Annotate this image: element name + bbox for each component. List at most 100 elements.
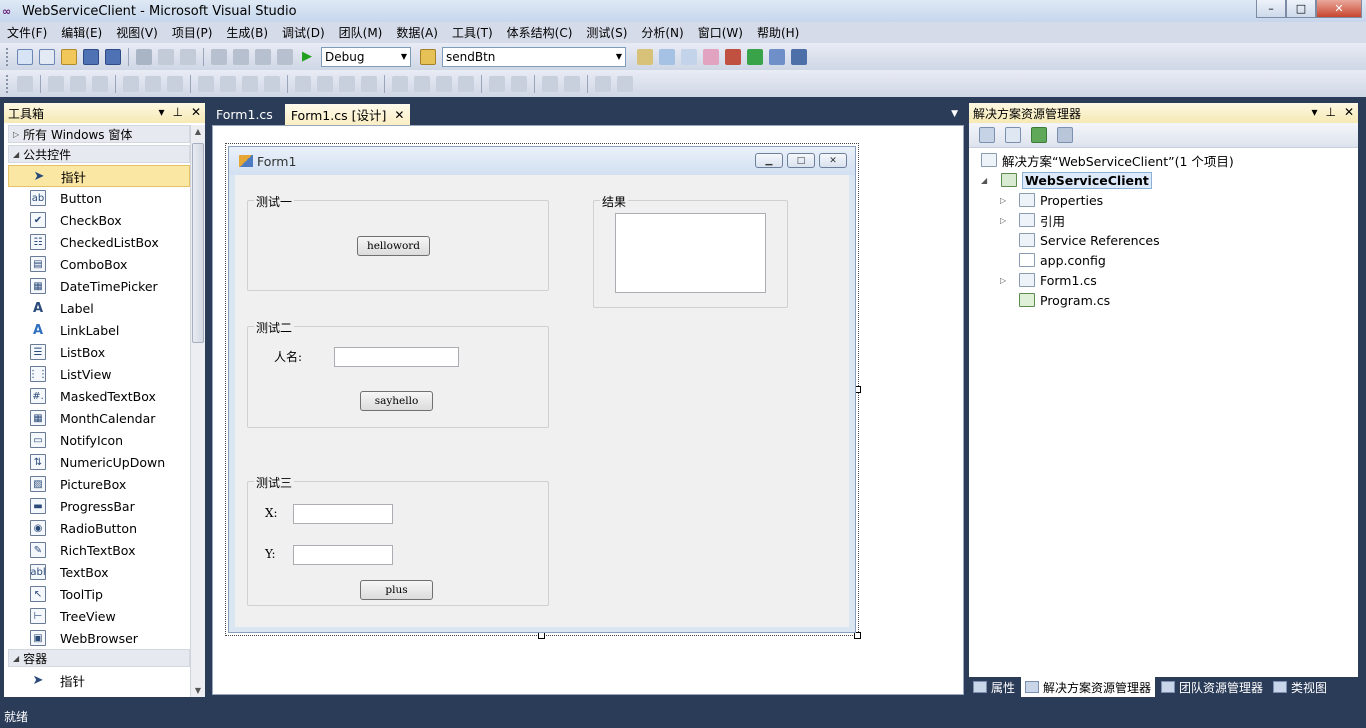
size-to-grid-icon[interactable]: [220, 75, 236, 92]
chevron-down-icon[interactable]: ▾: [158, 105, 164, 119]
toolbar-grip[interactable]: [6, 74, 10, 93]
align-centers-icon[interactable]: [70, 75, 86, 92]
align-rights-icon[interactable]: [92, 75, 108, 92]
horizontal-spacing-equal-icon[interactable]: [295, 75, 311, 92]
sayhello-button[interactable]: sayhello: [360, 391, 433, 411]
menu-debug[interactable]: 调试(D): [275, 24, 332, 41]
send-to-back-icon[interactable]: [564, 75, 580, 92]
toolbox-item[interactable]: ☰ ListBox: [8, 341, 190, 363]
tree-node-service-references[interactable]: Service References: [969, 230, 1358, 250]
scroll-up-icon[interactable]: ▲: [191, 127, 205, 136]
toolbox-item[interactable]: ▬ ProgressBar: [8, 495, 190, 517]
name-input[interactable]: [334, 347, 459, 367]
minimize-button[interactable]: –: [1256, 0, 1286, 18]
save-icon[interactable]: [83, 48, 99, 65]
toolbar-grip[interactable]: [6, 47, 10, 66]
decrease-vertical-spacing-icon[interactable]: [436, 75, 452, 92]
tree-node-properties[interactable]: ▷ Properties: [969, 190, 1358, 210]
result-textbox[interactable]: [615, 213, 766, 293]
groupbox-test2[interactable]: 测试二 人名: sayhello: [247, 319, 549, 428]
toolbox-item[interactable]: #. MaskedTextBox: [8, 385, 190, 407]
menu-edit[interactable]: 编辑(E): [54, 24, 109, 41]
new-project-icon[interactable]: [17, 48, 33, 65]
find-in-files-icon[interactable]: [420, 48, 436, 65]
open-file-icon[interactable]: [61, 48, 77, 65]
save-all-icon[interactable]: [105, 48, 121, 65]
chevron-down-icon[interactable]: ▾: [1311, 105, 1317, 119]
remove-horizontal-spacing-icon[interactable]: [361, 75, 377, 92]
x-input[interactable]: [293, 504, 393, 524]
toolbox-item[interactable]: ▦ MonthCalendar: [8, 407, 190, 429]
bring-to-front-icon[interactable]: [542, 75, 558, 92]
add-item-icon[interactable]: [39, 48, 55, 65]
tree-node-project[interactable]: ◢ WebServiceClient: [969, 170, 1358, 190]
toolbox-item[interactable]: abl TextBox: [8, 561, 190, 583]
server-explorer-icon[interactable]: [769, 48, 785, 65]
toolbox-item[interactable]: ▨ PictureBox: [8, 473, 190, 495]
properties-window-icon[interactable]: [659, 48, 675, 65]
toolbox-item[interactable]: ☷ CheckedListBox: [8, 231, 190, 253]
toolbox-item[interactable]: ▦ DateTimePicker: [8, 275, 190, 297]
groupbox-test3[interactable]: 测试三 X: Y: plus: [247, 474, 549, 606]
expand-arrow-icon[interactable]: ▷: [1000, 216, 1006, 225]
plus-button[interactable]: plus: [360, 580, 433, 600]
expand-arrow-icon[interactable]: ▷: [1000, 276, 1006, 285]
menu-test[interactable]: 测试(S): [579, 24, 634, 41]
properties-icon[interactable]: [979, 127, 995, 143]
resize-handle[interactable]: [538, 632, 545, 639]
maximize-button[interactable]: □: [1286, 0, 1316, 18]
start-page-icon[interactable]: [747, 48, 763, 65]
tab-order-icon[interactable]: [595, 75, 611, 92]
refresh-icon[interactable]: [1031, 127, 1047, 143]
tab-team-explorer[interactable]: 团队资源管理器: [1157, 677, 1267, 697]
toolbox-item[interactable]: ✎ RichTextBox: [8, 539, 190, 561]
y-input[interactable]: [293, 545, 393, 565]
copy-icon[interactable]: [158, 48, 174, 65]
toolbox-item[interactable]: ↖ ToolTip: [8, 583, 190, 605]
decrease-horizontal-spacing-icon[interactable]: [339, 75, 355, 92]
tree-node-app-config[interactable]: app.config: [969, 250, 1358, 270]
tab-form1-designer[interactable]: Form1.cs [设计] ✕: [284, 104, 411, 125]
close-icon[interactable]: ✕: [394, 108, 404, 122]
chevron-down-icon[interactable]: ▼: [951, 109, 958, 119]
menu-view[interactable]: 视图(V): [109, 24, 165, 41]
toolbox-item[interactable]: ➤ 指针: [8, 165, 190, 187]
resize-handle[interactable]: [854, 632, 861, 639]
toolbox-item[interactable]: A LinkLabel: [8, 319, 190, 341]
close-icon[interactable]: ✕: [191, 105, 201, 119]
start-debugging-icon[interactable]: ▶: [302, 49, 312, 64]
find-combo[interactable]: sendBtn ▼: [442, 46, 626, 67]
tree-node-form1-cs[interactable]: ▷ Form1.cs: [969, 270, 1358, 290]
scrollbar-thumb[interactable]: [192, 143, 204, 343]
command-window-icon[interactable]: [791, 48, 807, 65]
groupbox-test1[interactable]: 测试一 helloword: [247, 193, 549, 291]
align-middles-icon[interactable]: [145, 75, 161, 92]
pin-icon[interactable]: ⊥: [1325, 105, 1335, 119]
menu-project[interactable]: 项目(P): [165, 24, 220, 41]
toolbox-item[interactable]: A Label: [8, 297, 190, 319]
tree-node-program-cs[interactable]: Program.cs: [969, 290, 1358, 310]
toolbox-window-icon[interactable]: [703, 48, 719, 65]
menu-team[interactable]: 团队(M): [332, 24, 390, 41]
cut-icon[interactable]: [136, 48, 152, 65]
center-horizontally-icon[interactable]: [489, 75, 505, 92]
make-same-height-icon[interactable]: [242, 75, 258, 92]
collapse-arrow-icon[interactable]: ◢: [981, 176, 987, 185]
tree-node-references[interactable]: ▷ 引用: [969, 210, 1358, 230]
toolbox-item[interactable]: ▭ NotifyIcon: [8, 429, 190, 451]
close-button[interactable]: ✕: [1316, 0, 1362, 18]
toolbox-item[interactable]: ab Button: [8, 187, 190, 209]
increase-vertical-spacing-icon[interactable]: [414, 75, 430, 92]
center-vertically-icon[interactable]: [511, 75, 527, 92]
tab-class-view[interactable]: 类视图: [1269, 677, 1331, 697]
scroll-down-icon[interactable]: ▼: [191, 686, 205, 695]
form1-window[interactable]: Form1 ▁ □ ✕ 测试一 helloword 结果 测试二 人名: say…: [228, 146, 856, 633]
remove-vertical-spacing-icon[interactable]: [458, 75, 474, 92]
extension-manager-icon[interactable]: [725, 48, 741, 65]
toolbox-group-containers[interactable]: ◢ 容器: [8, 649, 190, 667]
toolbox-item[interactable]: ⇅ NumericUpDown: [8, 451, 190, 473]
menu-build[interactable]: 生成(B): [219, 24, 275, 41]
pin-icon[interactable]: ⊥: [172, 105, 182, 119]
menu-architecture[interactable]: 体系结构(C): [500, 24, 580, 41]
menu-analyze[interactable]: 分析(N): [634, 24, 690, 41]
